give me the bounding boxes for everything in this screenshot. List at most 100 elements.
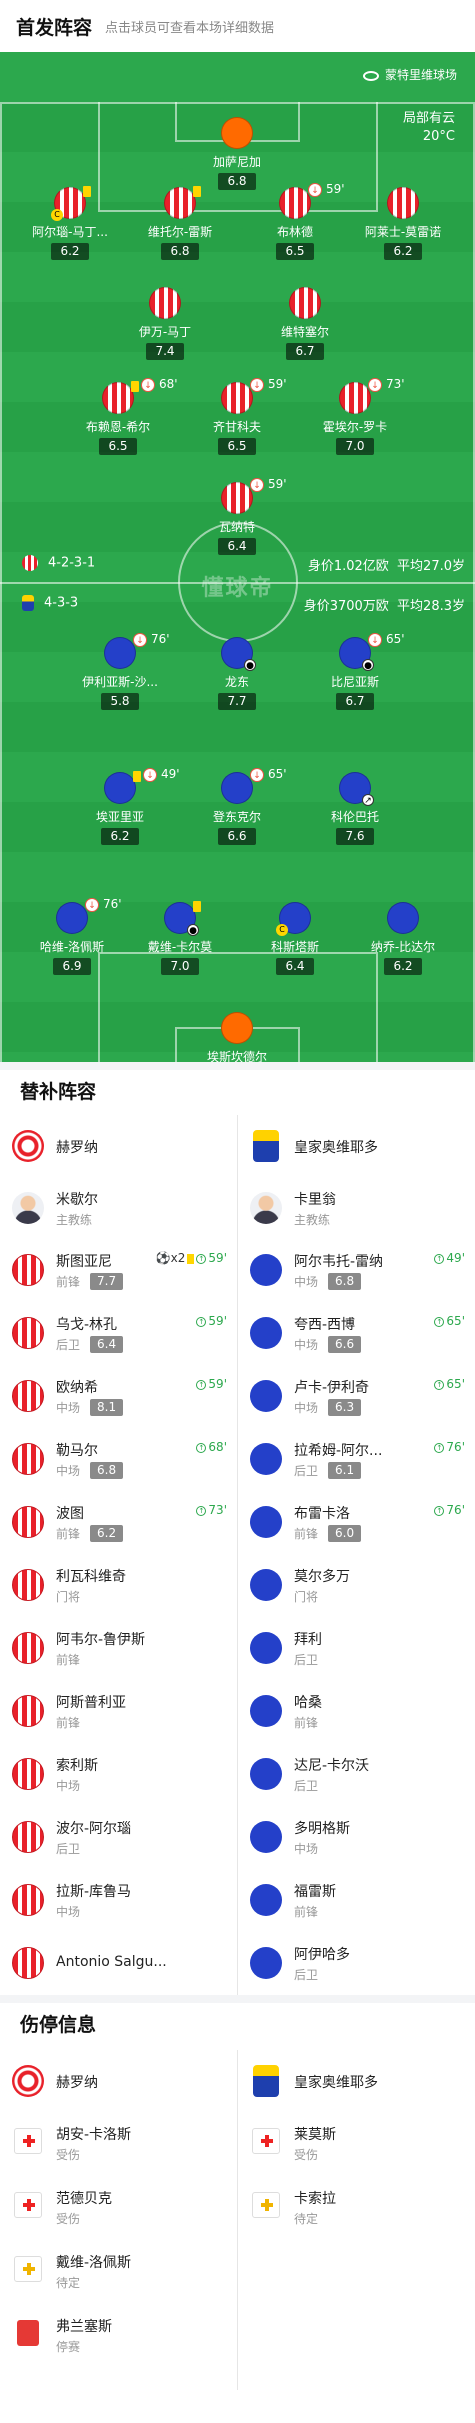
- away-player[interactable]: ↓ 65' 登东克尔 6.6: [177, 767, 297, 845]
- away-player[interactable]: ↓ 76' 伊利亚斯-沙... 5.8: [60, 632, 180, 710]
- player-name: 龙东: [224, 675, 249, 689]
- injury-row[interactable]: 胡安-卡洛斯 受伤: [0, 2112, 237, 2174]
- sub-time: 73': [386, 377, 405, 391]
- sub-time: 59': [268, 477, 287, 491]
- inj-away-team-row[interactable]: 皇家奥维耶多: [238, 2050, 475, 2112]
- substitute-row[interactable]: 波图 前锋 6.2 ↑ 73': [0, 1491, 237, 1553]
- away-player[interactable]: C 科斯塔斯 6.4: [235, 902, 355, 975]
- injury-row[interactable]: 弗兰塞斯 停赛: [0, 2304, 237, 2366]
- sub-time: 76': [103, 897, 122, 911]
- away-player[interactable]: ● 龙东 7.7: [177, 637, 297, 710]
- sub-time: 73': [208, 1503, 227, 1517]
- substitute-name: 斯图亚尼: [56, 1254, 112, 1270]
- jersey-icon: [12, 1506, 44, 1538]
- substitute-row[interactable]: 卢卡-伊利奇 中场 6.3 ↑ 65': [238, 1365, 475, 1427]
- subs-title: 替补阵容: [20, 1081, 97, 1103]
- home-player[interactable]: 维托尔-雷斯 6.8: [120, 186, 240, 260]
- goal-icon: ●: [244, 659, 256, 671]
- jersey-icon: [12, 1947, 44, 1979]
- injury-row[interactable]: 莱莫斯 受伤: [238, 2112, 475, 2174]
- sub-time: 76': [151, 632, 170, 646]
- substitute-row[interactable]: 波尔-阿尔瑙 后卫: [0, 1806, 237, 1868]
- player-name: 布林德: [276, 225, 313, 239]
- home-player[interactable]: ↓ 68' 布赖恩-希尔 6.5: [58, 377, 178, 455]
- home-coach-row[interactable]: 米歇尔 主教练: [0, 1177, 237, 1239]
- substitute-row[interactable]: 达尼-卡尔沃 后卫: [238, 1743, 475, 1805]
- jersey-icon: [250, 1380, 282, 1412]
- substitute-row[interactable]: 拉希姆-阿尔... 后卫 6.1 ↑ 76': [238, 1428, 475, 1490]
- substitute-position: 前锋: [294, 1527, 319, 1541]
- home-player[interactable]: 伊万-马丁 7.4: [105, 287, 225, 360]
- subs-grid: 赫罗纳 皇家奥维耶多 米歇尔 主教练 卡里翁 主教练 斯图亚尼 前锋 7.7 ⚽x2 ↑…: [0, 1115, 475, 1995]
- away-player[interactable]: ↓ 76' 哈维-洛佩斯 6.9: [12, 897, 132, 975]
- home-player[interactable]: ↓ 59' 瓦纳特 6.4: [177, 477, 297, 555]
- substitute-row[interactable]: 莫尔多万 门将: [238, 1554, 475, 1616]
- home-value-text: 身价1.02亿欧: [307, 559, 389, 574]
- substitute-position: 中场: [56, 1464, 81, 1478]
- home-player[interactable]: 加萨尼加 6.8: [177, 117, 297, 190]
- substitute-row[interactable]: 阿斯普利亚 前锋: [0, 1680, 237, 1742]
- player-name: 布赖恩-希尔: [85, 420, 151, 434]
- home-age-text: 平均27.0岁: [397, 559, 465, 574]
- injury-row[interactable]: 卡索拉 待定: [238, 2176, 475, 2238]
- home-team-row[interactable]: 赫罗纳: [0, 1115, 237, 1177]
- home-player[interactable]: 阿莱士-莫雷诺 6.2: [343, 187, 463, 260]
- away-player[interactable]: ↓ 65' ● 比尼亚斯 6.7: [295, 632, 415, 710]
- home-player[interactable]: ↓ 59' 齐甘科夫 6.5: [177, 377, 297, 455]
- injured-player-name: 卡索拉: [294, 2191, 336, 2207]
- inj-away-team-name: 皇家奥维耶多: [294, 2075, 378, 2091]
- jersey-icon: [289, 287, 321, 319]
- substitute-row[interactable]: 夸西-西博 中场 6.6 ↑ 65': [238, 1302, 475, 1364]
- away-formation: 4-3-3: [22, 595, 78, 611]
- substitute-row[interactable]: 福雷斯 前锋: [238, 1869, 475, 1931]
- injury-status: 待定: [294, 2212, 319, 2226]
- home-player[interactable]: ↓ 59' 布林德 6.5: [235, 182, 355, 260]
- section-gap: [0, 1062, 475, 1070]
- away-team-row[interactable]: 皇家奥维耶多: [238, 1115, 475, 1177]
- substitute-row[interactable]: 布雷卡洛 前锋 6.0 ↑ 76': [238, 1491, 475, 1553]
- away-player[interactable]: 埃斯坎德尔6.2: [177, 1012, 297, 1062]
- away-player[interactable]: ● 戴维-卡尔莫 7.0: [120, 901, 240, 975]
- sub-time: 76': [446, 1503, 465, 1517]
- substitute-row[interactable]: 阿韦尔-鲁伊斯 前锋: [0, 1617, 237, 1679]
- substitute-position: 中场: [294, 1842, 319, 1856]
- substitute-row[interactable]: 拜利 后卫: [238, 1617, 475, 1679]
- substitute-position: 中场: [56, 1401, 81, 1415]
- home-player[interactable]: ↓ 73' 霍埃尔-罗卡 7.0: [295, 377, 415, 455]
- home-player[interactable]: C 阿尔瑙-马丁... 6.2: [10, 186, 130, 260]
- substitute-name: 夸西-西博: [294, 1317, 356, 1333]
- jersey-icon: [250, 1947, 282, 1979]
- substitute-row[interactable]: 索利斯 中场: [0, 1743, 237, 1805]
- substitute-row[interactable]: 阿伊哈多 后卫: [238, 1932, 475, 1994]
- away-player[interactable]: ↗ 科伦巴托 7.6: [295, 772, 415, 845]
- player-rating: 6.4: [276, 958, 314, 975]
- substitute-row[interactable]: 哈桑 前锋: [238, 1680, 475, 1742]
- player-rating: 7.0: [161, 958, 199, 975]
- substitute-row[interactable]: 欧纳希 中场 8.1 ↑ 59': [0, 1365, 237, 1427]
- substitute-position: 后卫: [56, 1842, 81, 1856]
- away-coach-row[interactable]: 卡里翁 主教练: [238, 1177, 475, 1239]
- substitute-row[interactable]: Antonio Salgu...: [0, 1932, 237, 1994]
- injury-status: 受伤: [294, 2148, 319, 2162]
- sub-off-icon: ↓: [308, 183, 322, 197]
- substitute-row[interactable]: 勒马尔 中场 6.8 ↑ 68': [0, 1428, 237, 1490]
- sub-time: 49': [446, 1251, 465, 1265]
- substitute-row[interactable]: 多明格斯 中场: [238, 1806, 475, 1868]
- injured-player-name: 戴维-洛佩斯: [56, 2255, 132, 2271]
- substitute-row[interactable]: 阿尔韦托-雷纳 中场 6.8 ↑ 49': [238, 1239, 475, 1301]
- injury-row[interactable]: 戴维-洛佩斯 待定: [0, 2240, 237, 2302]
- away-player[interactable]: ↓ 49' 埃亚里亚 6.2: [60, 767, 180, 845]
- home-player[interactable]: 维特塞尔 6.7: [245, 287, 365, 360]
- substitute-row[interactable]: 斯图亚尼 前锋 7.7 ⚽x2 ↑ 59': [0, 1239, 237, 1301]
- substitute-row[interactable]: 拉斯-库鲁马 中场: [0, 1869, 237, 1931]
- sub-on-icon: ↑: [196, 1253, 207, 1264]
- away-player[interactable]: 纳乔-比达尔 6.2: [343, 902, 463, 975]
- substitute-row[interactable]: 乌戈-林孔 后卫 6.4 ↑ 59': [0, 1302, 237, 1364]
- section-gap: [0, 1995, 475, 2003]
- player-name: 科斯塔斯: [270, 940, 319, 954]
- substitute-position: 中场: [56, 1905, 81, 1919]
- jersey-icon: [12, 1380, 44, 1412]
- substitute-row[interactable]: 利瓦科维奇 门将: [0, 1554, 237, 1616]
- injury-row[interactable]: 范德贝克 受伤: [0, 2176, 237, 2238]
- inj-home-team-row[interactable]: 赫罗纳: [0, 2050, 237, 2112]
